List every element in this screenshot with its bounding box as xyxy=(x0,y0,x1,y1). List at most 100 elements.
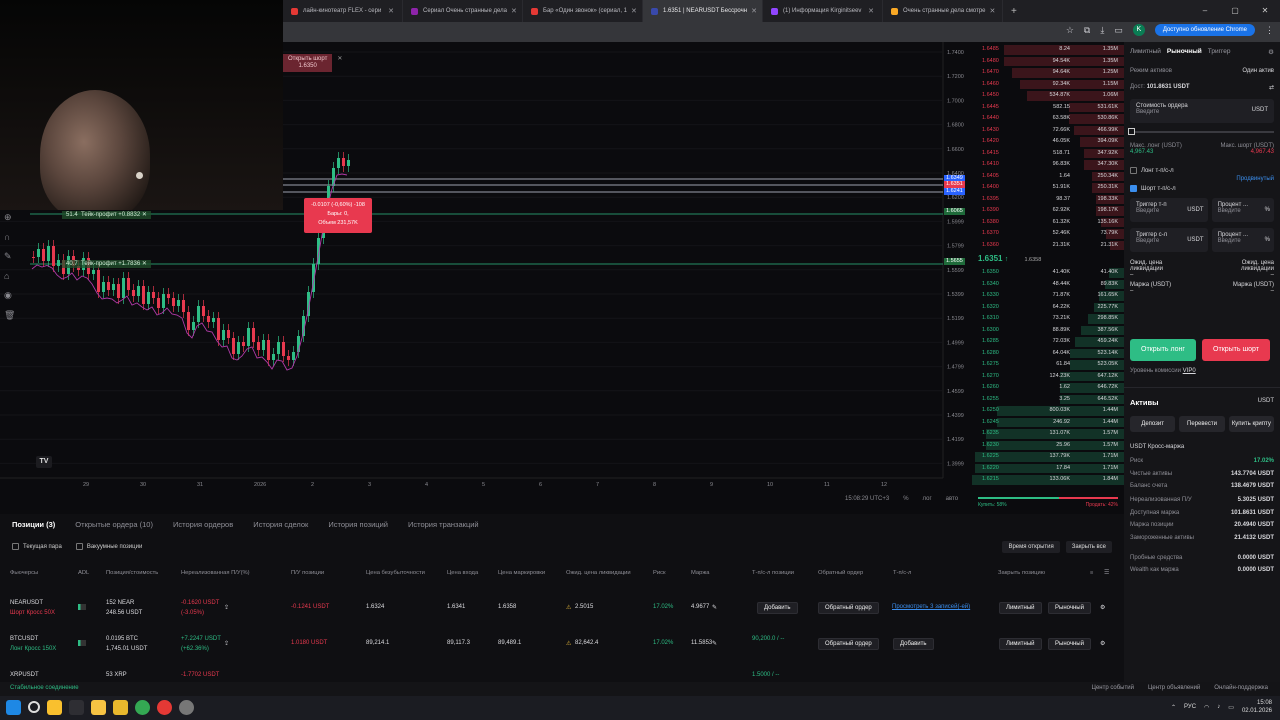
order-value-unit[interactable]: USDT xyxy=(1252,107,1268,113)
swap-icon[interactable]: ⇄ xyxy=(1269,84,1274,91)
positions-tab[interactable]: Позиции (3) xyxy=(12,520,55,529)
chrome-icon[interactable] xyxy=(135,700,150,715)
column-header[interactable]: Маржа xyxy=(691,570,709,576)
ask-row[interactable]: 1.6390 62.92K 198.17K xyxy=(972,205,1124,217)
tab-limit[interactable]: Лимитный xyxy=(1130,48,1161,56)
app-icon[interactable] xyxy=(113,700,128,715)
column-header[interactable]: Цена входа xyxy=(447,570,478,576)
column-header[interactable]: Т-п/с-л позиции xyxy=(752,570,794,576)
order-value-input[interactable]: Стоимость ордера Введите USDT xyxy=(1130,99,1274,123)
ask-row[interactable]: 1.6460 92.34K 1.15M xyxy=(972,79,1124,91)
ask-row[interactable]: 1.6400 51.91K 250.31K xyxy=(972,182,1124,194)
share-position-icon[interactable]: ⚙ xyxy=(1100,640,1105,647)
new-tab-button[interactable]: + xyxy=(1003,6,1025,17)
bid-row[interactable]: 1.6215 133.06K 1.84M xyxy=(972,474,1124,486)
auto-toggle[interactable]: авто xyxy=(946,496,958,502)
tpsl-button[interactable]: 1.5000 / -- xyxy=(752,672,779,678)
reverse-order-button[interactable]: Обратный ордер xyxy=(818,638,879,650)
transfer-button[interactable]: Перевести xyxy=(1179,416,1225,432)
close-icon[interactable]: ✕ xyxy=(142,261,147,267)
positions-tab[interactable]: Открытые ордера (10) xyxy=(75,520,153,529)
menu-icon[interactable]: ⋮ xyxy=(1265,25,1274,36)
browser-tab[interactable]: Сериал Очень странные дела ✕ xyxy=(403,0,523,22)
browser-tab[interactable]: лайн-кинотеатр FLEX - сери ✕ xyxy=(283,0,403,22)
bid-row[interactable]: 1.6225 137.79K 1.71M xyxy=(972,451,1124,463)
take-profit-2-tag[interactable]: 40.7 Тейк-профит +1.7836 ✕ xyxy=(62,260,151,268)
support-link[interactable]: Онлайн-поддержка xyxy=(1214,685,1268,691)
ask-row[interactable]: 1.6380 61.32K 135.16K xyxy=(972,217,1124,229)
column-header[interactable]: Цена маркировки xyxy=(498,570,545,576)
bid-row[interactable]: 1.6220 17.84 1.71M xyxy=(972,463,1124,475)
position-symbol[interactable]: NEARUSDT xyxy=(10,600,43,606)
ask-row[interactable]: 1.6415 518.71 347.92K xyxy=(972,148,1124,160)
bid-row[interactable]: 1.6300 88.89K 387.56K xyxy=(972,325,1124,337)
column-header[interactable]: ADL xyxy=(78,570,89,576)
column-header[interactable]: Закрыть позицию xyxy=(998,570,1045,576)
search-icon[interactable] xyxy=(28,701,40,713)
close-window-icon[interactable]: ✕ xyxy=(1250,0,1280,22)
close-market-button[interactable]: Рыночный xyxy=(1048,602,1091,614)
sort-select[interactable]: Время открытия xyxy=(1002,541,1060,553)
log-toggle[interactable]: лог xyxy=(923,496,932,502)
column-header[interactable]: Нереализованная П/У(%) xyxy=(181,570,250,576)
close-tab-icon[interactable]: ✕ xyxy=(864,7,874,15)
ask-row[interactable]: 1.6410 96.83K 347.30K xyxy=(972,159,1124,171)
long-tpsl-checkbox[interactable]: Лонг т-п/с-л xyxy=(1130,167,1174,174)
open-short-marker[interactable]: Открыть шорт 1.6350 ✕ xyxy=(283,54,342,72)
bid-row[interactable]: 1.6350 41.40K 41.40K xyxy=(972,267,1124,279)
column-header[interactable]: Риск xyxy=(653,570,666,576)
column-header[interactable]: Ожид. цена ликвидации xyxy=(566,570,631,576)
edit-icon[interactable]: ✎ xyxy=(712,604,717,611)
close-icon[interactable]: ✕ xyxy=(142,212,147,218)
browser-tab[interactable]: Бар «Один звонок» (сериал, 1 ✕ xyxy=(523,0,643,22)
column-header[interactable]: П/У позиции xyxy=(291,570,324,576)
percent-toggle[interactable]: % xyxy=(903,496,908,502)
close-all-button[interactable]: Закрыть все xyxy=(1065,541,1112,553)
positions-tab[interactable]: История транзакций xyxy=(408,520,479,529)
bid-row[interactable]: 1.6320 64.22K 225.77K xyxy=(972,302,1124,314)
browser-tab[interactable]: Очень странные дела смотре ✕ xyxy=(883,0,1003,22)
column-header[interactable]: Обратный ордер xyxy=(818,570,863,576)
app-icon[interactable] xyxy=(69,700,84,715)
ask-row[interactable]: 1.6360 21.31K 21.31K xyxy=(972,240,1124,252)
close-tab-icon[interactable]: ✕ xyxy=(986,7,996,15)
minimize-icon[interactable]: – xyxy=(1190,0,1220,22)
sidepanel-icon[interactable]: ▭ xyxy=(1114,25,1123,36)
extensions-icon[interactable]: ⧉ xyxy=(1084,25,1090,36)
bid-row[interactable]: 1.6235 131.07K 1.57M xyxy=(972,428,1124,440)
tp-trigger-input[interactable]: Триггер т-п Введите USDT xyxy=(1130,198,1208,223)
clock[interactable]: 15:08 02.01.2026 xyxy=(1242,699,1272,715)
position-symbol[interactable]: XRPUSDT xyxy=(10,672,39,678)
close-tab-icon[interactable]: ✕ xyxy=(507,7,517,15)
tpsl-button[interactable]: Добавить xyxy=(757,602,798,614)
tpsl-button[interactable]: 90,200.0 / -- xyxy=(752,636,784,642)
bookmark-star-icon[interactable]: ☆ xyxy=(1066,25,1074,36)
language-indicator[interactable]: РУС xyxy=(1184,704,1196,710)
filter-icon[interactable]: ☰ xyxy=(1104,570,1109,576)
positions-tab[interactable]: История сделок xyxy=(253,520,308,529)
hide-small-filter[interactable]: Вакуумные позиции xyxy=(75,543,142,550)
buy-crypto-button[interactable]: Купить крипту xyxy=(1228,416,1274,432)
ask-row[interactable]: 1.6450 534.87K 1.06M xyxy=(972,90,1124,102)
tray-chevron-icon[interactable]: ⌃ xyxy=(1171,704,1176,711)
bid-row[interactable]: 1.6340 48.44K 89.83K xyxy=(972,279,1124,291)
ask-row[interactable]: 1.6395 98.37 198.33K xyxy=(972,194,1124,206)
bid-row[interactable]: 1.6285 72.03K 459.24K xyxy=(972,336,1124,348)
tp-percent-input[interactable]: Процент ... Введите % xyxy=(1211,198,1274,223)
share-icon[interactable]: ⇪ xyxy=(224,604,229,611)
lock-icon[interactable]: ⌂ xyxy=(4,271,15,281)
fee-level-value[interactable]: VIP0 xyxy=(1183,368,1196,374)
zoom-icon[interactable]: ⊕ xyxy=(4,212,15,223)
bid-row[interactable]: 1.6310 73.21K 298.85K xyxy=(972,313,1124,325)
share-icon[interactable]: ⇪ xyxy=(224,640,229,647)
tpsl-link[interactable]: Просмотреть 3 записей(-ей) xyxy=(892,604,970,610)
windows-start-icon[interactable] xyxy=(6,700,21,715)
close-tab-icon[interactable]: ✕ xyxy=(627,7,637,15)
slider-handle[interactable] xyxy=(1128,128,1135,135)
close-tab-icon[interactable]: ✕ xyxy=(384,7,394,15)
column-header[interactable]: Фьючерсы xyxy=(10,570,38,576)
deposit-button[interactable]: Депозит xyxy=(1130,416,1176,432)
sl-trigger-input[interactable]: Триггер с-л Введите USDT xyxy=(1130,228,1208,253)
tpsl-link[interactable]: Добавить xyxy=(893,638,934,650)
file-explorer-icon[interactable] xyxy=(47,700,62,715)
